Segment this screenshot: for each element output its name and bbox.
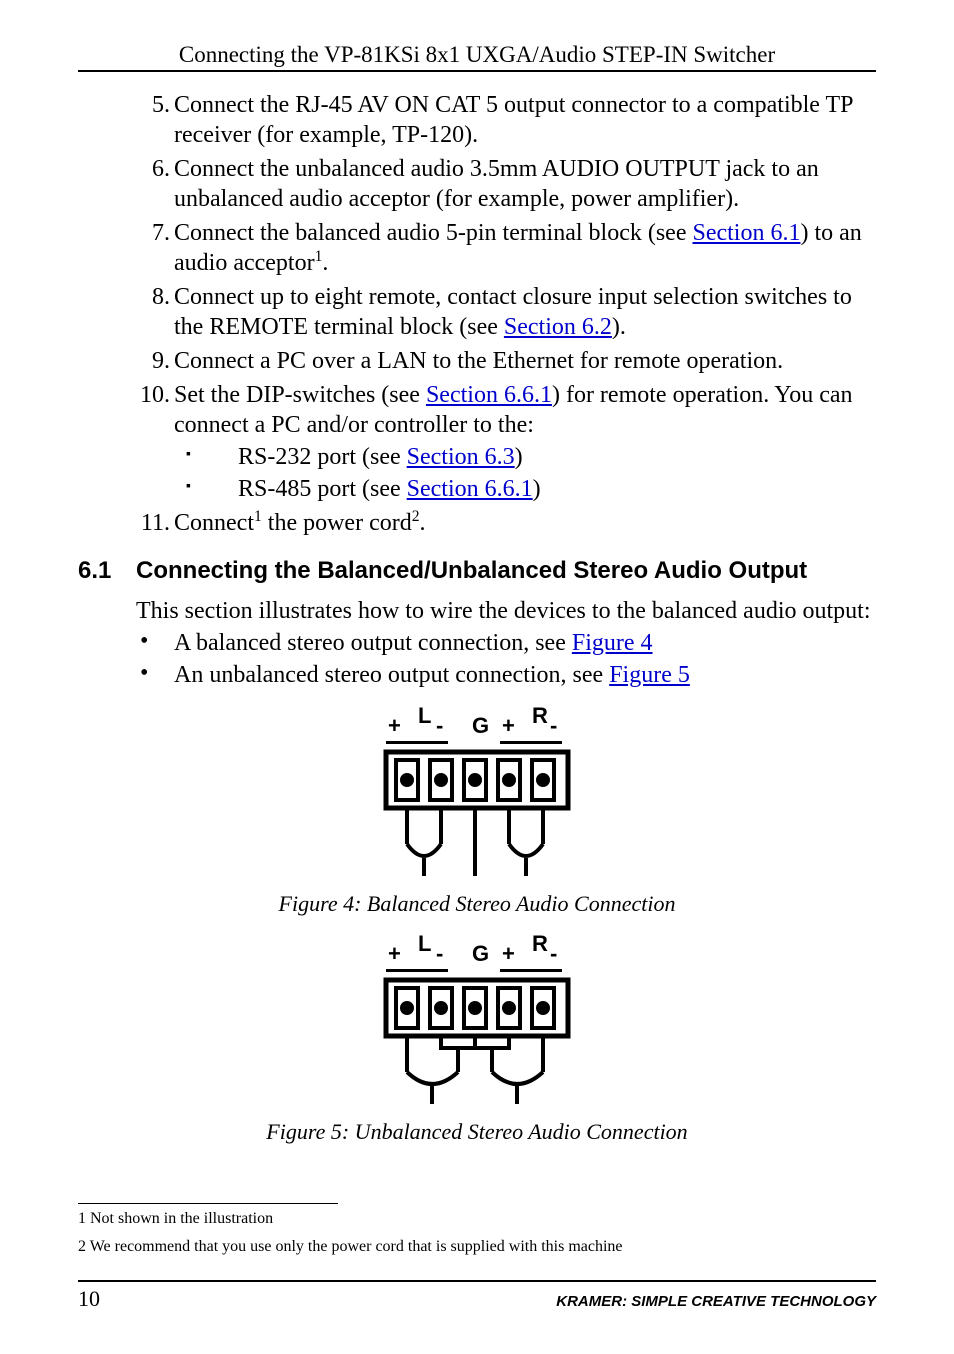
- sub-bullet-rs232: RS-232 port (see Section 6.3): [186, 442, 876, 472]
- page-footer: 10 KRAMER: SIMPLE CREATIVE TECHNOLOGY: [78, 1280, 876, 1312]
- figure-5-caption: Figure 5: Unbalanced Stereo Audio Connec…: [78, 1118, 876, 1146]
- step-8: 8. Connect up to eight remote, contact c…: [136, 282, 876, 342]
- step-text: Connect: [174, 510, 254, 536]
- step-5: 5. Connect the RJ-45 AV ON CAT 5 output …: [136, 90, 876, 150]
- link-section-6-6-1[interactable]: Section 6.6.1: [407, 476, 533, 502]
- bullet-text: A balanced stereo output connection, see: [174, 630, 572, 656]
- footnote-1: 1 Not shown in the illustration: [78, 1210, 876, 1228]
- figure-4-caption: Figure 4: Balanced Stereo Audio Connecti…: [78, 890, 876, 918]
- label-plus: +: [388, 940, 401, 968]
- step-text: Connect the unbalanced audio 3.5mm AUDIO…: [174, 156, 819, 212]
- step-number: 11.: [136, 508, 170, 538]
- label-underline: [500, 741, 562, 744]
- figure-4: + L - G + R -: [78, 704, 876, 918]
- connector-labels: + L - G + R -: [382, 704, 572, 744]
- footnote-ref: 1: [254, 508, 262, 525]
- connector-diagram-icon: [382, 974, 572, 1104]
- bullet-text: An unbalanced stereo output connection, …: [174, 662, 609, 688]
- label-R: R: [532, 702, 548, 730]
- label-R: R: [532, 930, 548, 958]
- step-7: 7. Connect the balanced audio 5-pin term…: [136, 218, 876, 278]
- label-underline: [386, 969, 448, 972]
- footnote-ref: 2: [412, 508, 420, 525]
- sub-bullet-rs485: RS-485 port (see Section 6.6.1): [186, 474, 876, 504]
- footer-rule: [78, 1280, 876, 1282]
- section-number: 6.1: [78, 556, 136, 586]
- sub-bullets: RS-232 port (see Section 6.3) RS-485 por…: [186, 442, 876, 504]
- step-number: 6.: [136, 154, 170, 184]
- link-section-6-3[interactable]: Section 6.3: [407, 444, 515, 470]
- step-9: 9. Connect a PC over a LAN to the Ethern…: [136, 346, 876, 376]
- bullet-text: RS-232 port (see: [238, 444, 407, 470]
- section-title: Connecting the Balanced/Unbalanced Stere…: [136, 556, 807, 586]
- label-G: G: [472, 940, 489, 968]
- label-underline: [500, 969, 562, 972]
- label-minus: -: [436, 712, 443, 740]
- step-6: 6. Connect the unbalanced audio 3.5mm AU…: [136, 154, 876, 214]
- link-figure-5[interactable]: Figure 5: [609, 662, 690, 688]
- label-minus: -: [550, 712, 557, 740]
- label-G: G: [472, 712, 489, 740]
- brand-tagline: KRAMER: SIMPLE CREATIVE TECHNOLOGY: [556, 1293, 876, 1310]
- bullet-text: ): [515, 444, 523, 470]
- link-section-6-1[interactable]: Section 6.1: [692, 220, 800, 246]
- connector-labels: + L - G + R -: [382, 932, 572, 972]
- label-plus: +: [388, 712, 401, 740]
- label-minus: -: [550, 940, 557, 968]
- step-text: the power cord: [262, 510, 412, 536]
- link-section-6-2[interactable]: Section 6.2: [504, 314, 612, 340]
- footnote-rule: [78, 1203, 338, 1204]
- step-text: Connect a PC over a LAN to the Ethernet …: [174, 348, 783, 374]
- running-head: Connecting the VP-81KSi 8x1 UXGA/Audio S…: [78, 42, 876, 68]
- label-underline: [386, 741, 448, 744]
- section-intro: This section illustrates how to wire the…: [136, 596, 876, 626]
- label-plus: +: [502, 940, 515, 968]
- link-section-6-6-1[interactable]: Section 6.6.1: [426, 382, 552, 408]
- figure-5: + L - G + R -: [78, 932, 876, 1146]
- step-text: Connect the balanced audio 5-pin termina…: [174, 220, 692, 246]
- step-number: 7.: [136, 218, 170, 248]
- step-text: .: [420, 510, 426, 536]
- section-heading: 6.1 Connecting the Balanced/Unbalanced S…: [78, 556, 876, 586]
- bullet-text: RS-485 port (see: [238, 476, 407, 502]
- step-number: 8.: [136, 282, 170, 312]
- step-text: Connect the RJ-45 AV ON CAT 5 output con…: [174, 92, 853, 148]
- label-minus: -: [436, 940, 443, 968]
- section-bullets: A balanced stereo output connection, see…: [136, 628, 876, 690]
- label-plus: +: [502, 712, 515, 740]
- step-number: 5.: [136, 90, 170, 120]
- step-10: 10. Set the DIP-switches (see Section 6.…: [136, 380, 876, 504]
- numbered-steps: 5. Connect the RJ-45 AV ON CAT 5 output …: [78, 90, 876, 538]
- step-number: 10.: [136, 380, 170, 410]
- label-L: L: [418, 702, 431, 730]
- connector-diagram-icon: [382, 746, 572, 876]
- step-number: 9.: [136, 346, 170, 376]
- bullet-text: ): [533, 476, 541, 502]
- step-text: .: [322, 250, 328, 276]
- bullet-balanced: A balanced stereo output connection, see…: [136, 628, 876, 658]
- step-text: ).: [612, 314, 626, 340]
- step-11: 11. Connect1 the power cord2.: [136, 508, 876, 538]
- label-L: L: [418, 930, 431, 958]
- bullet-unbalanced: An unbalanced stereo output connection, …: [136, 660, 876, 690]
- link-figure-4[interactable]: Figure 4: [572, 630, 653, 656]
- footnotes: 1 Not shown in the illustration 2 We rec…: [78, 1203, 876, 1266]
- page-number: 10: [78, 1286, 100, 1312]
- footnote-2: 2 We recommend that you use only the pow…: [78, 1238, 876, 1256]
- rule-top: [78, 70, 876, 72]
- step-text: Set the DIP-switches (see: [174, 382, 426, 408]
